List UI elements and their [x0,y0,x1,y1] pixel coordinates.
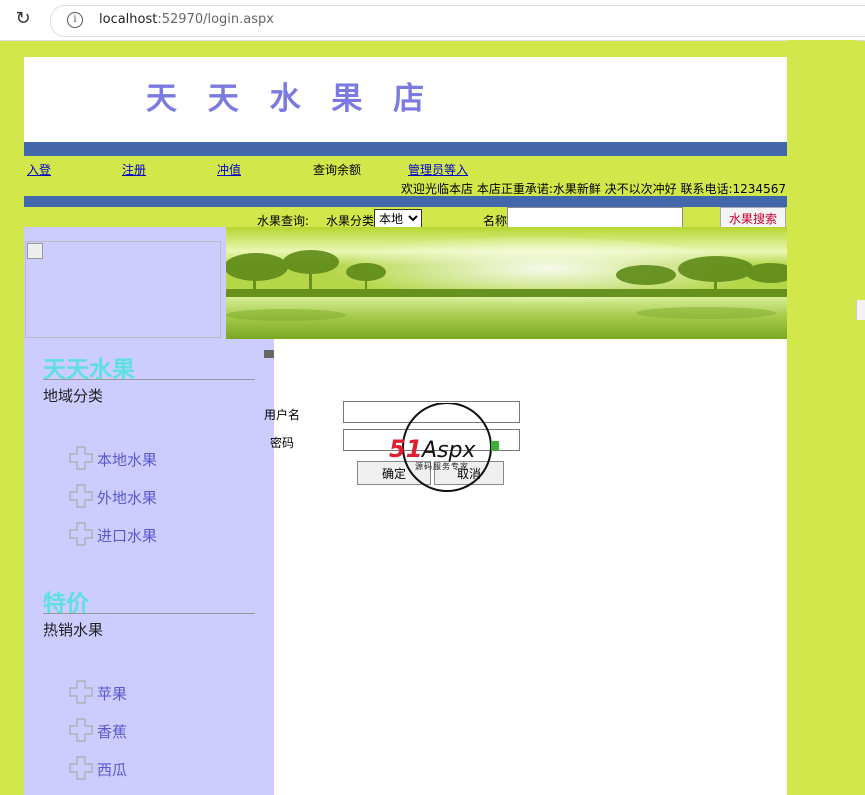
section-subtitle-region: 地域分类 [43,387,104,405]
search-bar: 水果查询: 水果分类 本地 名称 水果搜索 [24,207,787,229]
category-item-label: 进口水果 [97,527,158,545]
fruit-search-button[interactable]: 水果搜索 [720,207,786,229]
nav-recharge-link[interactable]: 冲值 [217,161,241,178]
banner-image [226,227,787,339]
nav-login-link[interactable]: 入登 [27,161,51,178]
page-container: 天 天 水 果 店 入登 注册 冲值 查询余额 管理员等入 欢迎光临本店 本店正… [24,57,787,795]
password-label: 密码 [270,436,295,450]
plus-icon [69,680,93,704]
plus-icon [69,484,93,508]
broken-image [25,241,221,338]
svg-text:源码服务专家: 源码服务专家 [415,461,469,471]
right-background [787,40,857,795]
plus-icon [69,756,93,780]
sidebar: 天天水果 地域分类 本地水果 外地水果 进口水果 特价 热销水果 苹果 香蕉 西… [24,339,274,795]
category-item-label: 外地水果 [97,489,158,507]
logo-area [24,227,226,339]
hot-item-label: 西瓜 [97,761,128,779]
header-divider-bar [24,142,787,156]
plus-icon [69,522,93,546]
info-icon[interactable]: i [67,12,83,28]
nav-register-link[interactable]: 注册 [122,161,146,178]
hot-item-label: 香蕉 [97,723,128,741]
name-search-input[interactable] [507,207,683,229]
svg-text:Aspx: Aspx [420,438,476,463]
banner-scenery [226,227,787,339]
sidebar-corner [264,350,274,358]
plus-icon [69,446,93,470]
welcome-text: 欢迎光临本店 本店正重承诺:水果新鲜 决不以次冲好 联系电话:1234567 [401,182,786,196]
browser-toolbar: ↻ i localhost:52970/login.aspx [0,0,865,41]
category-select[interactable]: 本地 [374,209,422,228]
plus-icon [69,718,93,742]
nav-divider-bar [24,196,787,207]
nav-admin-login-link[interactable]: 管理员等入 [408,161,468,178]
username-label: 用户名 [264,408,301,422]
section-divider [43,379,255,380]
hot-item-label: 苹果 [97,685,128,703]
broken-image-icon [27,243,43,259]
scrollbar[interactable] [856,300,865,320]
address-bar[interactable]: i localhost:52970/login.aspx [50,5,865,37]
site-title: 天 天 水 果 店 [146,81,435,117]
url-text: localhost:52970/login.aspx [99,12,274,27]
51aspx-watermark-logo: 51 Aspx 源码服务专家 [389,403,499,492]
section-subtitle-hot: 热销水果 [43,621,104,639]
section-divider [43,613,255,614]
welcome-marquee: 欢迎光临本店 本店正重承诺:水果新鲜 决不以次冲好 联系电话:1234567 [24,178,787,196]
reload-icon[interactable]: ↻ [12,8,34,30]
svg-text:51: 51 [389,435,422,463]
category-item-label: 本地水果 [97,451,158,469]
nav-balance-text: 查询余额 [313,163,362,177]
